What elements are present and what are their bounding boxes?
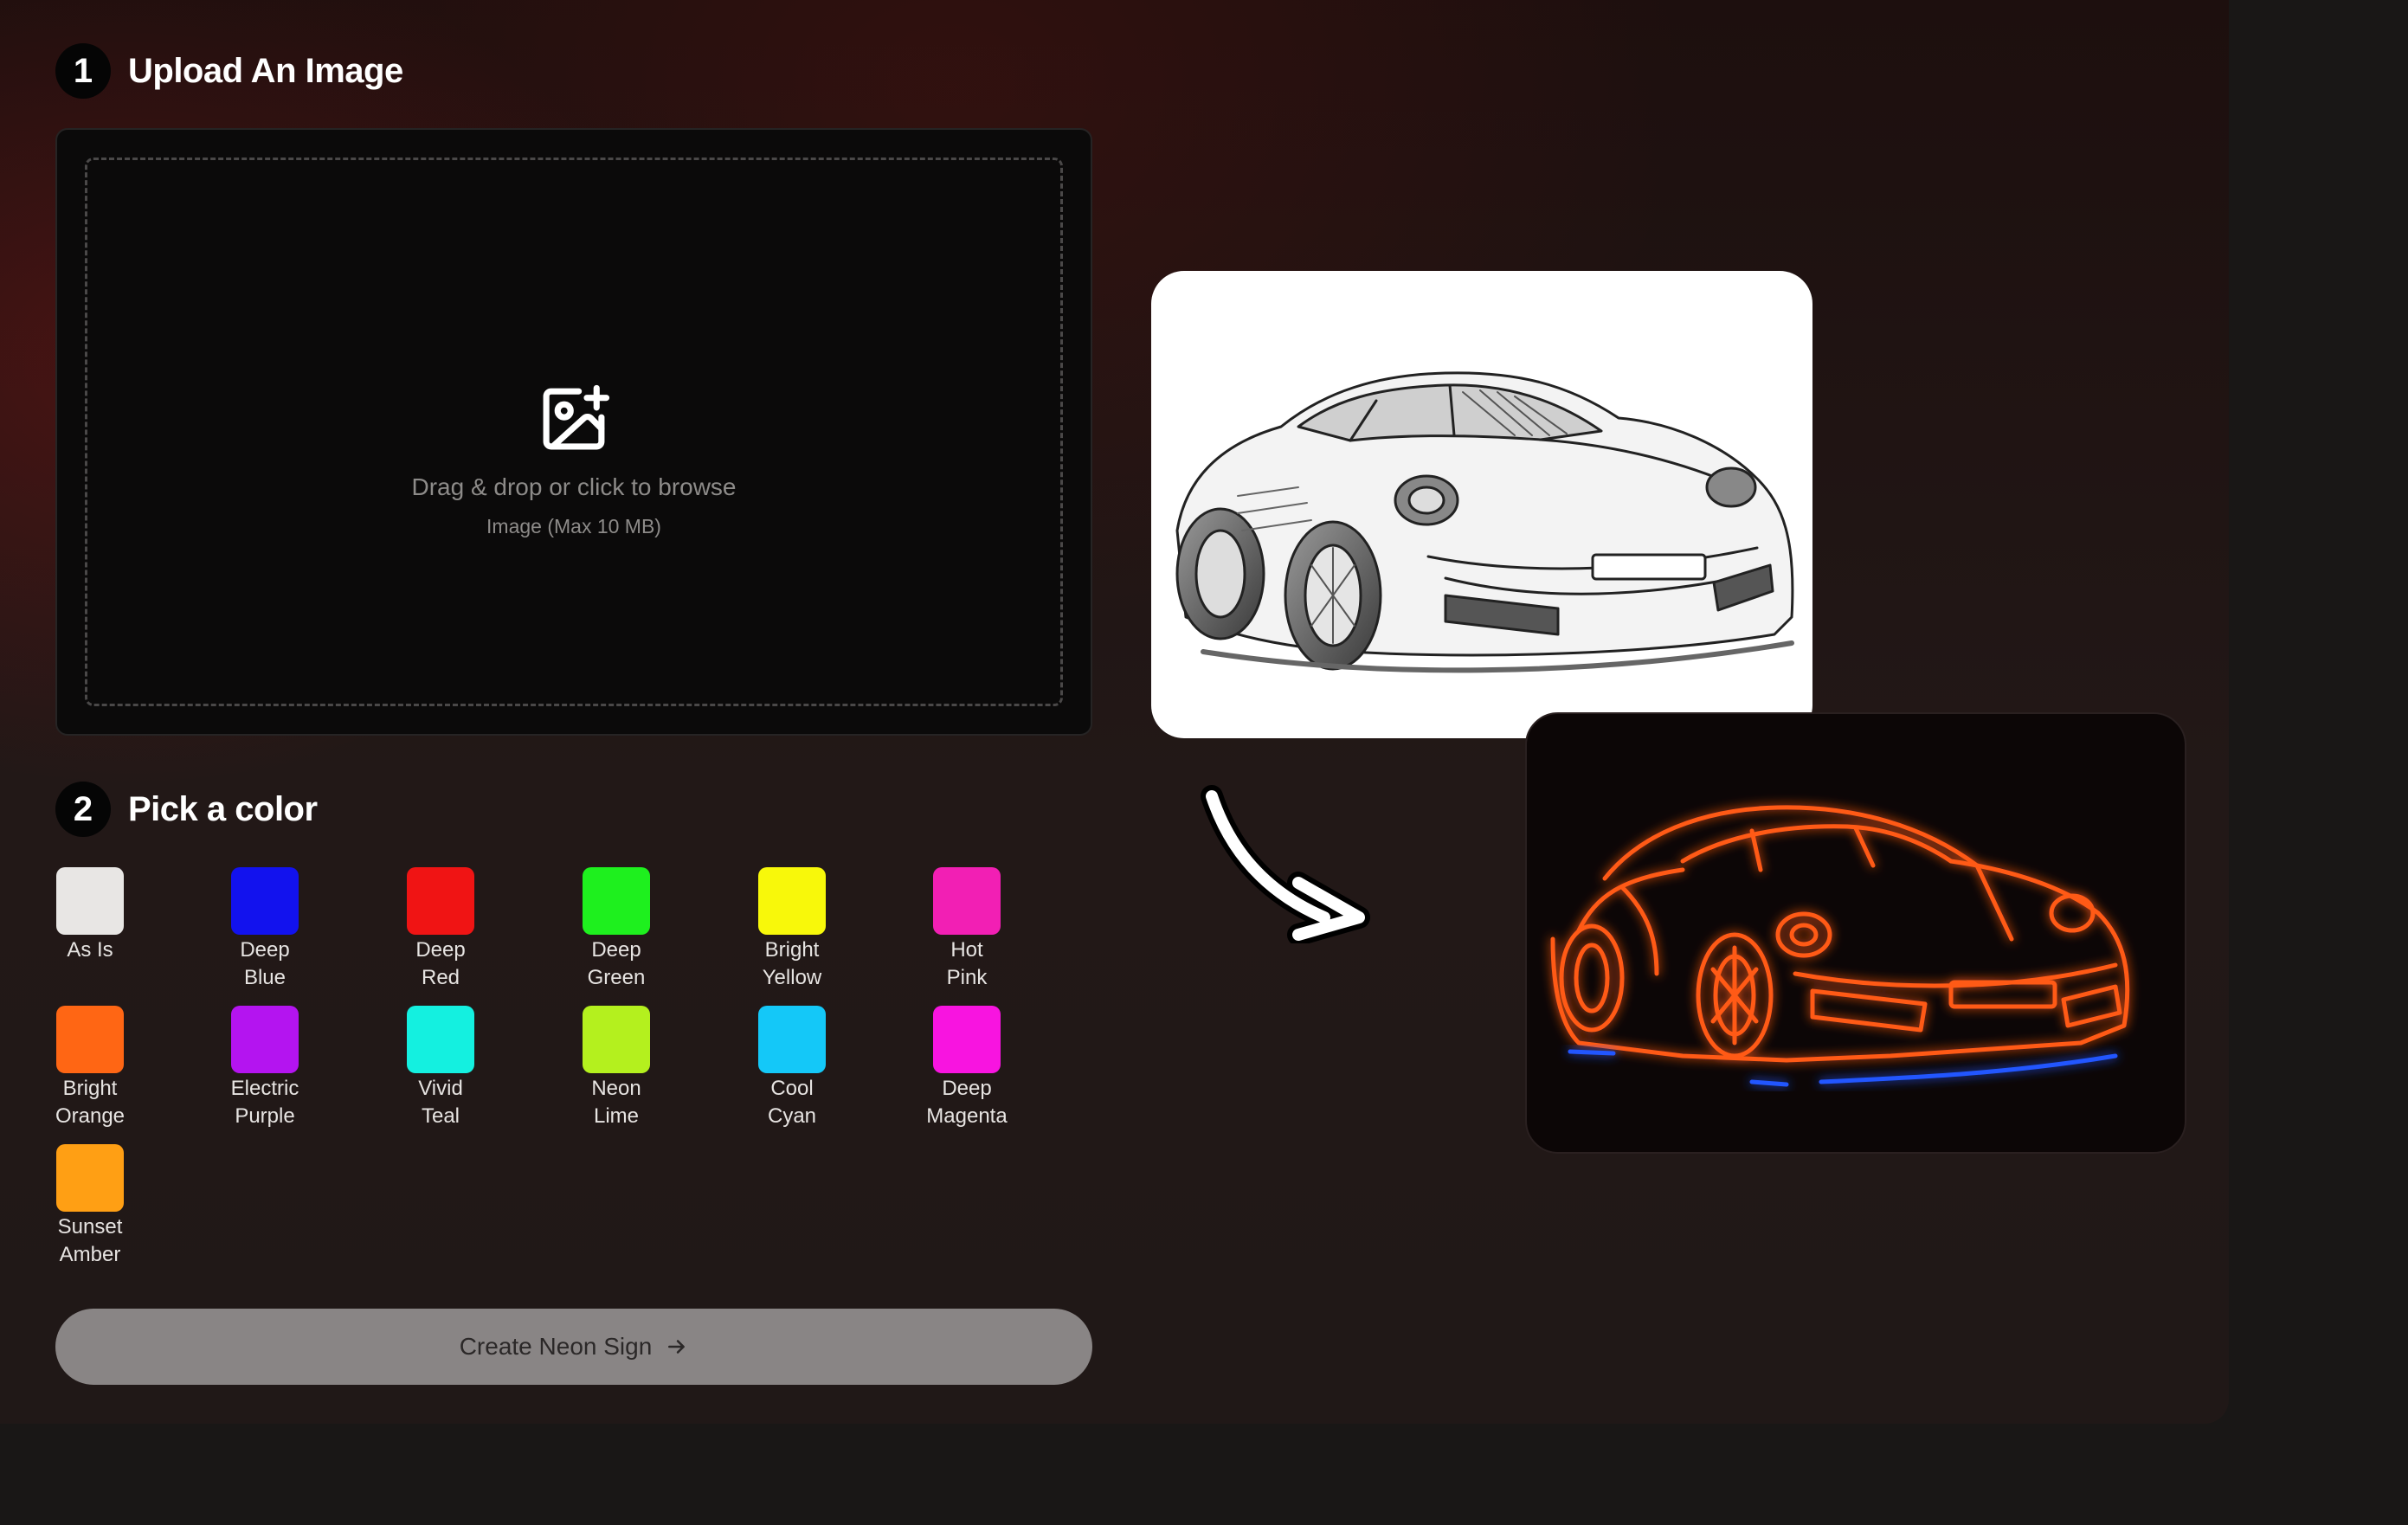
color-chip [583,1006,650,1073]
color-chip [231,1006,299,1073]
color-chip [583,867,650,935]
color-label: Bright Orange [55,1077,126,1128]
color-swatch-electric-purple[interactable]: Electric Purple [196,1006,334,1130]
color-chip [56,1144,124,1212]
color-chip [933,1006,1001,1073]
color-chip [407,1006,474,1073]
step-1-number: 1 [55,43,111,99]
sketch-preview-image [1151,271,1812,738]
color-swatch-bright-orange[interactable]: Bright Orange [21,1006,159,1130]
image-plus-icon [543,384,610,450]
color-label: Deep Red [415,938,466,989]
color-swatch-as-is[interactable]: As Is [21,867,159,964]
color-swatch-deep-red[interactable]: Deep Red [371,867,510,992]
arrow-right-icon [668,1340,686,1354]
color-swatch-bright-yellow[interactable]: Bright Yellow [723,867,861,992]
neon-car-illustration [1550,805,2130,1087]
color-chip [758,1006,826,1073]
color-swatch-neon-lime[interactable]: Neon Lime [547,1006,686,1130]
color-swatch-vivid-teal[interactable]: Vivid Teal [371,1006,510,1130]
drop-prompt: Drag & drop or click to browse [411,473,737,500]
color-label: Deep Green [587,938,646,989]
color-chip [231,867,299,935]
color-label: As Is [67,938,113,962]
color-label: Deep Blue [240,938,290,989]
upload-box: Drag & drop or click to browse Image (Ma… [55,128,1092,736]
color-swatch-deep-blue[interactable]: Deep Blue [196,867,334,992]
color-label: Bright Yellow [762,938,822,989]
color-swatch-deep-green[interactable]: Deep Green [547,867,686,992]
color-label: Deep Magenta [926,1077,1008,1128]
color-label: Sunset Amber [57,1215,123,1266]
neon-preview-image [1525,712,2186,1154]
step-2-number: 2 [55,782,111,837]
color-swatch-deep-magenta[interactable]: Deep Magenta [898,1006,1036,1130]
color-label: Hot Pink [946,938,988,989]
drop-zone[interactable]: Drag & drop or click to browse Image (Ma… [85,158,1063,706]
color-label: Cool Cyan [767,1077,817,1128]
color-label: Neon Lime [591,1077,641,1128]
create-neon-sign-button[interactable]: Create Neon Sign [55,1309,1092,1385]
color-chip [407,867,474,935]
color-swatch-sunset-amber[interactable]: Sunset Amber [21,1144,159,1269]
color-label: Vivid Teal [418,1077,463,1128]
color-label: Electric Purple [230,1077,299,1128]
color-chip [758,867,826,935]
sketch-car-illustration [1175,371,1794,673]
step-2-title: Pick a color [128,789,318,828]
color-swatch-hot-pink[interactable]: Hot Pink [898,867,1036,992]
color-swatch-cool-cyan[interactable]: Cool Cyan [723,1006,861,1130]
color-chip [933,867,1001,935]
step-1-header: 1 Upload An Image [55,43,403,99]
drop-hint: Image (Max 10 MB) [486,515,661,537]
step-2-header: 2 Pick a color [55,782,318,837]
color-chip [56,1006,124,1073]
create-button-label: Create Neon Sign [459,1333,653,1360]
color-chip [56,867,124,935]
step-1-title: Upload An Image [128,51,403,90]
curved-arrow-icon [1201,785,1370,943]
